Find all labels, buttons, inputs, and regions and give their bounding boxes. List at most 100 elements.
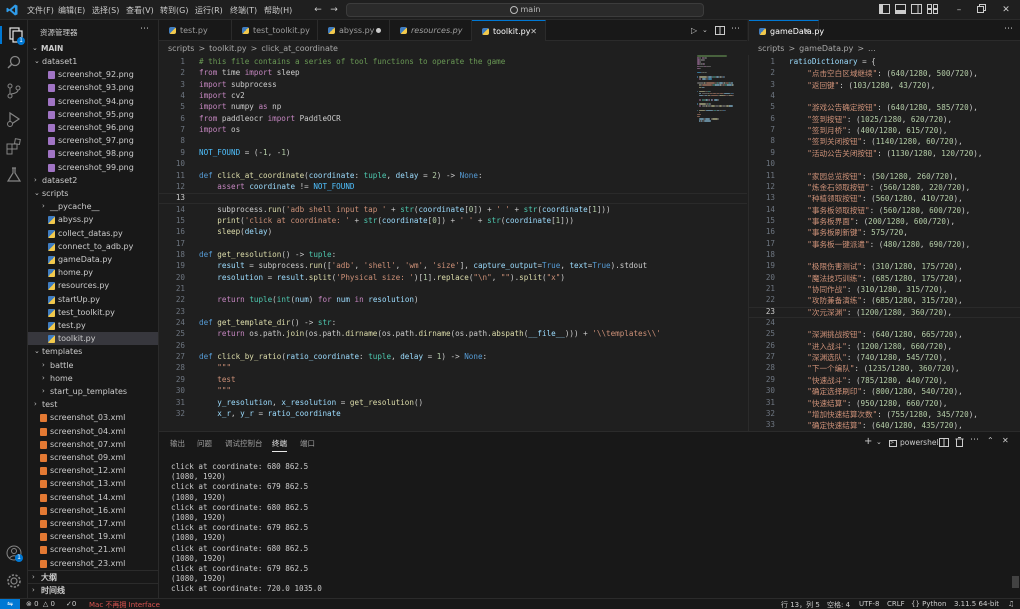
command-center-search[interactable]: main <box>346 3 704 17</box>
file-item[interactable]: screenshot_94.png <box>28 95 158 108</box>
file-item[interactable]: screenshot_93.png <box>28 81 158 94</box>
encoding[interactable]: UTF-8 <box>859 600 879 608</box>
run-and-debug-icon[interactable] <box>5 110 23 128</box>
file-item[interactable]: test.py <box>28 319 158 332</box>
ports-indicator[interactable]: ✓0 <box>66 600 76 608</box>
run-dropdown-icon[interactable]: ⌄ <box>702 26 708 34</box>
settings-gear-icon[interactable] <box>5 572 23 590</box>
editor-tab[interactable]: gameData.py ✕ <box>749 20 824 42</box>
file-item[interactable]: screenshot_03.xml <box>28 411 158 424</box>
file-item[interactable]: screenshot_07.xml <box>28 438 158 451</box>
end-of-line[interactable]: CRLF <box>887 600 905 608</box>
editor-tab[interactable]: toolkit.py ✕ <box>472 20 546 41</box>
terminal-scrollbar[interactable] <box>1012 576 1019 588</box>
customize-layout-icon[interactable] <box>926 4 938 16</box>
terminal-dropdown-icon[interactable]: ⌄ <box>876 438 882 446</box>
breadcrumb-item[interactable]: scripts <box>168 44 194 53</box>
folder-item[interactable]: ⌄ scripts <box>28 187 158 200</box>
toggle-primary-sidebar-icon[interactable] <box>878 4 890 16</box>
back-arrow-icon[interactable]: ← <box>312 4 324 16</box>
run-python-file-icon[interactable]: ▷ <box>691 26 697 35</box>
folder-item[interactable]: ⌄ dataset1 <box>28 55 158 68</box>
file-item[interactable]: gameData.py <box>28 253 158 266</box>
file-item[interactable]: screenshot_92.png <box>28 68 158 81</box>
file-item[interactable]: screenshot_95.png <box>28 108 158 121</box>
sidebar-more-icon[interactable]: ⋯ <box>140 24 149 34</box>
editor-tab[interactable]: abyss.py <box>318 20 390 41</box>
maximize-panel-icon[interactable]: ⌃ <box>987 436 994 445</box>
folder-item[interactable]: › battle <box>28 359 158 372</box>
folder-item[interactable]: › start_up_templates <box>28 385 158 398</box>
file-item[interactable]: screenshot_12.xml <box>28 464 158 477</box>
file-item[interactable]: resources.py <box>28 279 158 292</box>
minimize-icon[interactable]: – <box>953 4 965 16</box>
file-item[interactable]: screenshot_13.xml <box>28 477 158 490</box>
notifications-bell-icon[interactable]: ♫ <box>1008 600 1014 608</box>
file-item[interactable]: collect_datas.py <box>28 227 158 240</box>
file-item[interactable]: screenshot_17.xml <box>28 517 158 530</box>
file-item[interactable]: screenshot_99.png <box>28 161 158 174</box>
restore-icon[interactable] <box>975 4 987 16</box>
editor-tab[interactable]: test.py <box>159 20 232 41</box>
panel-tab[interactable]: 问题 <box>197 438 212 449</box>
workspace-root[interactable]: ⌄ MAIN <box>28 42 158 55</box>
split-terminal-icon[interactable] <box>939 438 949 449</box>
account-icon[interactable]: 1 <box>5 544 23 562</box>
file-item[interactable]: startUp.py <box>28 293 158 306</box>
file-item[interactable]: screenshot_04.xml <box>28 425 158 438</box>
folder-item[interactable]: › __pycache__ <box>28 200 158 213</box>
code-editor-right[interactable]: 1 ratioDictionary = {2 "点击空白区域继续": (640/1… <box>748 55 1020 431</box>
close-tab-icon[interactable]: ✕ <box>803 21 810 42</box>
outline-section[interactable]: › 大纲 <box>28 570 158 583</box>
menu-item[interactable]: 帮助(H) <box>264 5 292 16</box>
breadcrumb-item[interactable]: toolkit.py <box>209 44 247 53</box>
editor-more-icon[interactable]: ⋯ <box>731 24 740 34</box>
panel-tab[interactable]: 调试控制台 <box>225 438 263 449</box>
file-item[interactable]: screenshot_23.xml <box>28 557 158 570</box>
source-control-icon[interactable] <box>5 82 23 100</box>
unsaved-dot-icon[interactable] <box>376 28 381 33</box>
folder-item[interactable]: › dataset2 <box>28 174 158 187</box>
split-editor-icon[interactable] <box>715 26 725 37</box>
toggle-panel-icon[interactable] <box>894 4 906 16</box>
panel-more-icon[interactable]: ⋯ <box>970 435 979 445</box>
breadcrumb-item[interactable]: click_at_coordinate <box>261 44 338 53</box>
file-item[interactable]: abyss.py <box>28 213 158 226</box>
testing-flask-icon[interactable] <box>5 166 23 184</box>
editor-right-more-icon[interactable]: ⋯ <box>1004 24 1013 34</box>
code-editor-left[interactable]: 1 # this file contains a series of tool f… <box>159 55 747 431</box>
menu-item[interactable]: 转到(G) <box>160 5 188 16</box>
menu-item[interactable]: 选择(S) <box>92 5 119 16</box>
menu-item[interactable]: 运行(R) <box>195 5 223 16</box>
menu-item[interactable]: 查看(V) <box>126 5 154 16</box>
folder-item[interactable]: › home <box>28 372 158 385</box>
language-mode[interactable]: {} Python <box>911 600 946 608</box>
close-window-icon[interactable]: ✕ <box>1000 4 1012 16</box>
explorer-icon[interactable]: 1 <box>0 26 28 45</box>
extensions-icon[interactable] <box>5 138 23 156</box>
menu-item[interactable]: 文件(F) <box>27 5 54 16</box>
new-terminal-plus-icon[interactable]: + <box>864 436 872 447</box>
file-item[interactable]: screenshot_96.png <box>28 121 158 134</box>
file-item[interactable]: screenshot_21.xml <box>28 543 158 556</box>
problems-indicator[interactable]: ⊗ 0 △ 0 <box>26 600 55 608</box>
breadcrumb-item[interactable]: ... <box>868 44 876 53</box>
minimap-left[interactable] <box>695 55 739 125</box>
file-item[interactable]: test_toolkit.py <box>28 306 158 319</box>
folder-item[interactable]: ⌄ templates <box>28 345 158 358</box>
folder-item[interactable]: › test <box>28 398 158 411</box>
file-item[interactable]: screenshot_98.png <box>28 147 158 160</box>
toggle-secondary-sidebar-icon[interactable] <box>910 4 922 16</box>
panel-tab[interactable]: 端口 <box>300 438 315 449</box>
editor-tab[interactable]: test_toolkit.py <box>232 20 318 41</box>
forward-arrow-icon[interactable]: → <box>328 4 340 16</box>
menu-item[interactable]: 编辑(E) <box>58 5 85 16</box>
timeline-section[interactable]: › 时间线 <box>28 583 158 596</box>
terminal-instance[interactable]: > powershell <box>889 438 941 447</box>
kill-terminal-trash-icon[interactable] <box>955 437 964 449</box>
file-item[interactable]: screenshot_14.xml <box>28 491 158 504</box>
file-item[interactable]: screenshot_16.xml <box>28 504 158 517</box>
file-item[interactable]: home.py <box>28 266 158 279</box>
file-item[interactable]: connect_to_adb.py <box>28 240 158 253</box>
cursor-position[interactable]: 行 13，列 5 <box>781 600 820 609</box>
